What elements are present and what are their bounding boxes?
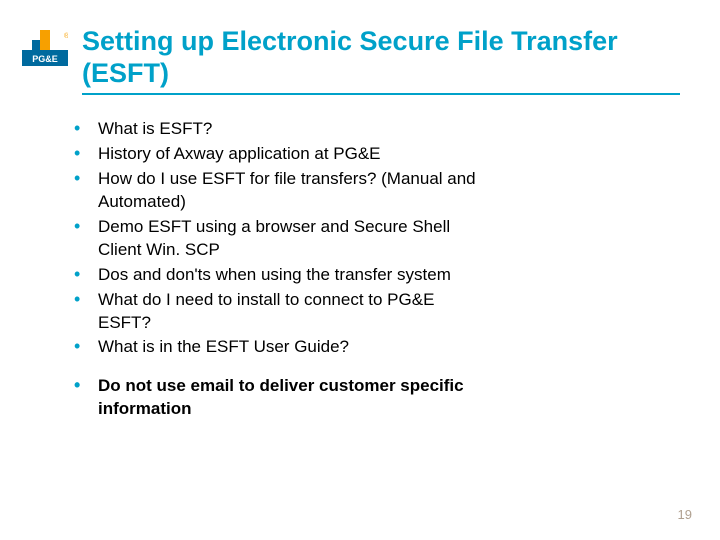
pge-logo: PG&E ® <box>22 30 68 66</box>
list-item: What do I need to install to connect to … <box>60 289 490 335</box>
list-item: How do I use ESFT for file transfers? (M… <box>60 168 490 214</box>
list-item: What is in the ESFT User Guide? <box>60 336 490 359</box>
list-item: What is ESFT? <box>60 118 490 141</box>
slide-title: Setting up Electronic Secure File Transf… <box>82 26 680 95</box>
bullet-list-main: What is ESFT? History of Axway applicati… <box>60 118 490 359</box>
list-item: History of Axway application at PG&E <box>60 143 490 166</box>
svg-text:®: ® <box>64 32 68 40</box>
svg-text:PG&E: PG&E <box>32 54 58 64</box>
slide-body: What is ESFT? History of Axway applicati… <box>60 118 490 423</box>
bullet-list-emphasis: Do not use email to deliver customer spe… <box>60 375 490 421</box>
page-number: 19 <box>678 507 692 522</box>
list-item: Demo ESFT using a browser and Secure She… <box>60 216 490 262</box>
list-item: Dos and don'ts when using the transfer s… <box>60 264 490 287</box>
list-item: Do not use email to deliver customer spe… <box>60 375 490 421</box>
